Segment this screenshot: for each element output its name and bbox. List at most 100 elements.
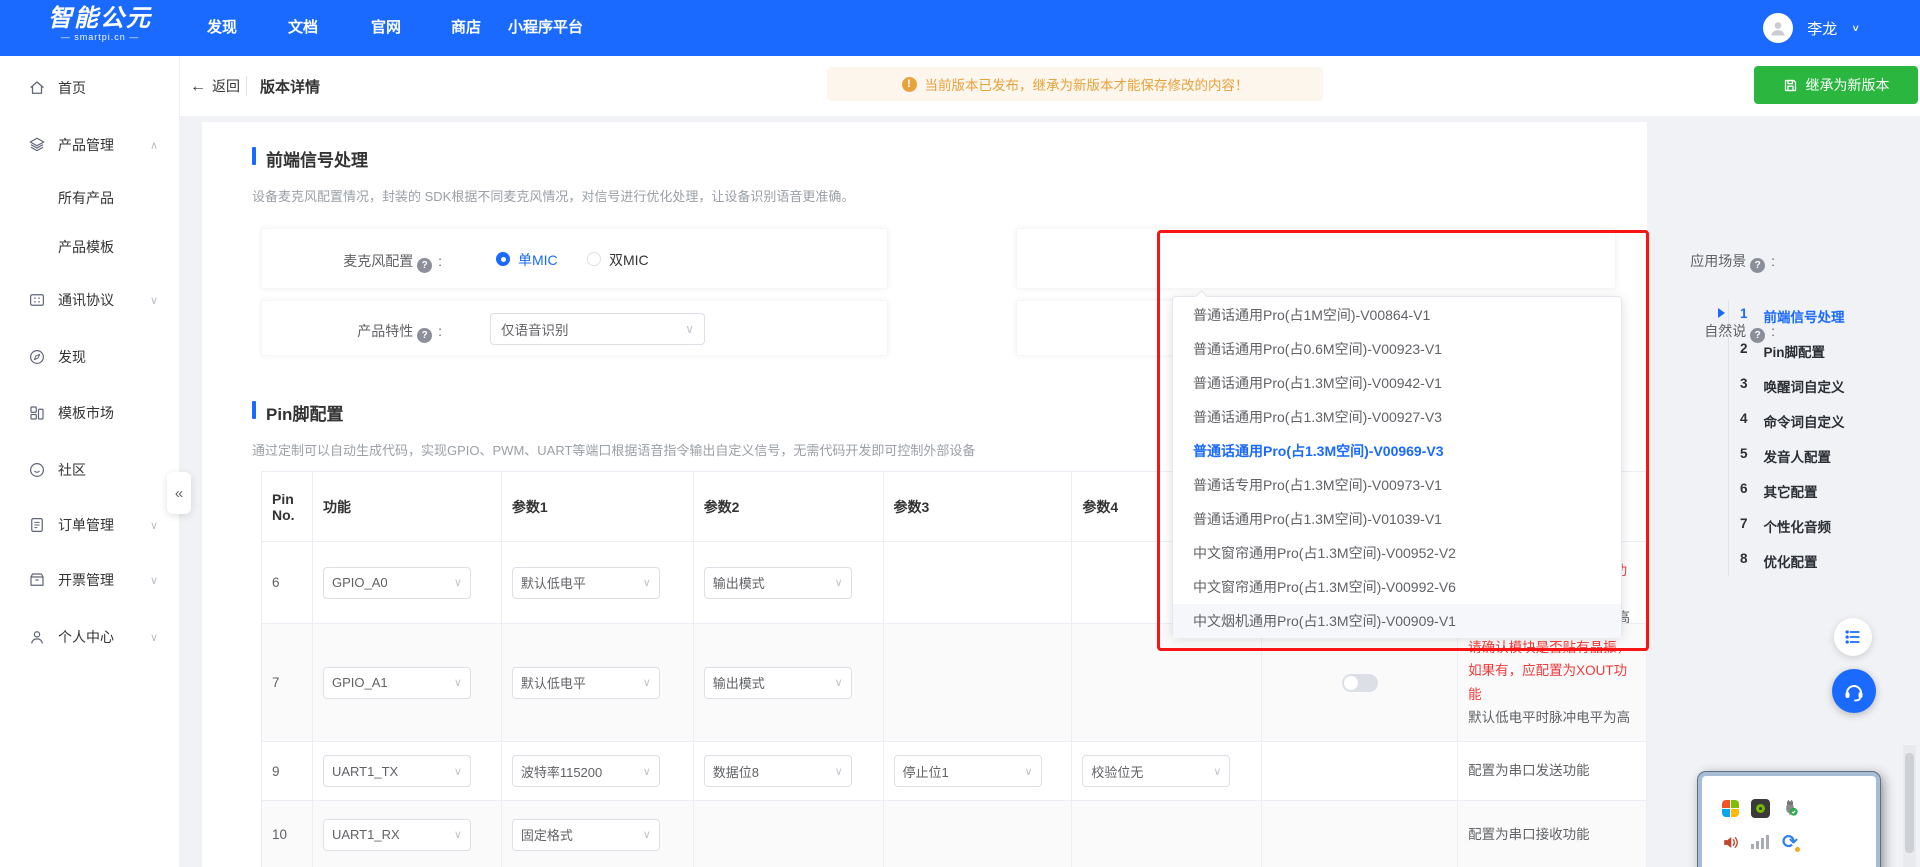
network-signal-bars-icon[interactable] bbox=[1750, 832, 1770, 852]
sidebar-item-1[interactable]: 首页 bbox=[0, 76, 180, 100]
scene-label: 应用场景? : bbox=[1690, 253, 1775, 273]
anchor-item-7[interactable]: 7 个性化音频 bbox=[1740, 516, 1831, 536]
param-cell bbox=[694, 801, 884, 867]
help-icon[interactable]: ? bbox=[1750, 328, 1766, 343]
cell-select[interactable]: 固定格式 ∨ bbox=[511, 818, 660, 851]
sidebar-item-label: 所有产品 bbox=[58, 190, 114, 206]
scrollbar-thumb[interactable] bbox=[1905, 753, 1914, 853]
cell-select[interactable]: 输出模式 ∨ bbox=[703, 666, 852, 699]
user-name[interactable]: 李龙 bbox=[1807, 18, 1837, 39]
divider bbox=[246, 76, 247, 96]
volume-speaker-icon[interactable] bbox=[1720, 832, 1740, 852]
cell-select[interactable]: GPIO_A0 ∨ bbox=[322, 566, 471, 599]
anchor-item-4[interactable]: 4 命令词自定义 bbox=[1740, 411, 1845, 431]
chevron-down-icon: ∨ bbox=[149, 294, 158, 307]
outline-toc-button[interactable] bbox=[1834, 618, 1872, 656]
dropdown-option[interactable]: 中文烟机通用Pro(占1.3M空间)-V00909-V1 bbox=[1173, 604, 1621, 638]
anchor-item-label: 其它配置 bbox=[1763, 485, 1818, 500]
sidebar-item-3[interactable]: 所有产品 bbox=[0, 186, 180, 210]
sidebar-item-label: 通讯协议 bbox=[58, 292, 114, 308]
sidebar-item-11[interactable]: 个人中心 ∨ bbox=[0, 625, 180, 649]
param-cell: GPIO_A1 ∨ bbox=[312, 624, 502, 742]
dropdown-option[interactable]: 普通话专用Pro(占1.3M空间)-V00973-V1 bbox=[1173, 468, 1621, 502]
section-title-frontend: 前端信号处理 bbox=[252, 146, 368, 171]
cell-select-value: 默认低电平 bbox=[520, 576, 586, 591]
nav-menu-item-4[interactable]: 商店 bbox=[451, 0, 481, 56]
list-icon bbox=[1845, 630, 1860, 644]
anchor-item-label: Pin脚配置 bbox=[1763, 345, 1826, 360]
nav-menu-item-1[interactable]: 发现 bbox=[207, 0, 237, 56]
dropdown-option[interactable]: 中文窗帘通用Pro(占1.3M空间)-V00992-V6 bbox=[1173, 570, 1621, 604]
cell-select[interactable]: UART1_RX ∨ bbox=[322, 818, 471, 851]
radio-dual-mic[interactable] bbox=[587, 252, 601, 266]
remark-cell: 配置为串口接收功能 bbox=[1458, 801, 1647, 867]
anchor-item-3[interactable]: 3 唤醒词自定义 bbox=[1740, 376, 1845, 396]
sidebar-item-7[interactable]: 模板市场 bbox=[0, 401, 180, 425]
chevron-down-icon: ∨ bbox=[149, 631, 158, 644]
help-icon[interactable]: ? bbox=[417, 258, 433, 273]
sidebar-collapse-button[interactable]: « bbox=[167, 472, 191, 514]
nvidia-settings-icon[interactable] bbox=[1750, 798, 1770, 818]
sidebar-item-9[interactable]: 订单管理 ∨ bbox=[0, 513, 180, 537]
scrollbar-track[interactable] bbox=[1903, 745, 1916, 867]
sidebar-item-5[interactable]: 通讯协议 ∨ bbox=[0, 288, 180, 312]
table-row-pin-7: 7 GPIO_A1 ∨ 默认低电平 ∨ 输出模式 ∨ 请确认模块是否贴有晶振，如果有，应配置为… bbox=[262, 624, 1647, 742]
cell-select-value: GPIO_A1 bbox=[331, 675, 388, 690]
param-cell bbox=[884, 801, 1073, 867]
sidebar-item-label: 首页 bbox=[58, 80, 86, 96]
avatar[interactable] bbox=[1763, 13, 1794, 43]
nav-menu-item-5[interactable]: 小程序平台 bbox=[508, 0, 583, 56]
dropdown-option[interactable]: 普通话通用Pro(占1.3M空间)-V00942-V1 bbox=[1173, 366, 1621, 400]
cell-select[interactable]: 输出模式 ∨ bbox=[703, 566, 852, 599]
sidebar-item-4[interactable]: 产品模板 bbox=[0, 235, 180, 259]
cell-select[interactable]: 波特率115200 ∨ bbox=[511, 755, 660, 787]
inherit-version-button[interactable]: 继承为新版本 bbox=[1754, 66, 1918, 104]
sync-refresh-icon[interactable]: ⟳ bbox=[1780, 832, 1800, 853]
dropdown-option[interactable]: 中文窗帘通用Pro(占1.3M空间)-V00952-V2 bbox=[1173, 536, 1621, 570]
nav-menu-item-2[interactable]: 文档 bbox=[288, 0, 318, 56]
order-icon bbox=[28, 516, 46, 534]
anchor-item-8[interactable]: 8 优化配置 bbox=[1740, 551, 1818, 571]
radio-dual-mic-label[interactable]: 双MIC bbox=[609, 250, 649, 270]
sidebar-item-8[interactable]: 社区 bbox=[0, 458, 180, 482]
toggle-switch-off[interactable] bbox=[1341, 673, 1378, 692]
community-icon bbox=[28, 461, 46, 479]
dropdown-option[interactable]: 普通话通用Pro(占1.3M空间)-V00927-V3 bbox=[1173, 400, 1621, 434]
cell-select[interactable]: 默认低电平 ∨ bbox=[511, 566, 660, 599]
radio-single-mic-label[interactable]: 单MIC bbox=[518, 250, 558, 270]
logo[interactable]: 智能公元 — smartpi.cn — bbox=[40, 6, 160, 43]
dropdown-option[interactable]: 普通话通用Pro(占0.6M空间)-V00923-V1 bbox=[1173, 332, 1621, 366]
product-feature-select[interactable]: 仅语音识别 ∨ bbox=[490, 313, 705, 345]
anchor-item-5[interactable]: 5 发音人配置 bbox=[1740, 446, 1831, 466]
cell-select[interactable]: GPIO_A1 ∨ bbox=[322, 666, 471, 699]
scene-card: 应用场景? : 普通话通用Pro(占1.3M空间 ∧ bbox=[1016, 228, 1775, 289]
dropdown-option[interactable]: 普通话通用Pro(占1.3M空间)-V01039-V1 bbox=[1173, 502, 1621, 536]
back-button[interactable]: ← 返回 bbox=[190, 76, 240, 96]
sidebar-item-10[interactable]: 开票管理 ∨ bbox=[0, 568, 180, 592]
column-header: 参数2 bbox=[693, 472, 884, 542]
pin-number-cell: 6 bbox=[262, 542, 313, 624]
chevron-down-icon: ∨ bbox=[642, 677, 651, 689]
cell-select[interactable]: UART1_TX ∨ bbox=[322, 755, 471, 787]
help-icon[interactable]: ? bbox=[417, 328, 433, 343]
cell-select[interactable]: 停止位1 ∨ bbox=[893, 755, 1042, 787]
system-tray-popup: ⟳ bbox=[1697, 771, 1881, 867]
chevron-down-icon[interactable]: ∨ bbox=[1851, 22, 1860, 33]
anchor-item-2[interactable]: 2 Pin脚配置 bbox=[1740, 341, 1825, 361]
anchor-item-6[interactable]: 6 其它配置 bbox=[1740, 481, 1818, 501]
cell-select[interactable]: 校验位无 ∨ bbox=[1082, 755, 1231, 787]
help-icon[interactable]: ? bbox=[1750, 258, 1766, 273]
nav-menu-item-3[interactable]: 官网 bbox=[371, 0, 401, 56]
windows-colors-icon[interactable] bbox=[1720, 798, 1740, 818]
sidebar-item-2[interactable]: 产品管理 ∧ bbox=[0, 133, 180, 157]
cell-select[interactable]: 默认低电平 ∨ bbox=[511, 666, 660, 699]
sidebar-item-label: 订单管理 bbox=[58, 517, 114, 533]
remark-warning-text: 请确认模块是否贴有晶振，如果有，应配置为XOUT功能 bbox=[1468, 639, 1631, 702]
cell-select[interactable]: 数据位8 ∨ bbox=[703, 755, 852, 787]
customer-support-button[interactable] bbox=[1832, 669, 1876, 713]
dropdown-option[interactable]: 普通话通用Pro(占1M空间)-V00864-V1 bbox=[1173, 298, 1621, 332]
radio-single-mic[interactable] bbox=[496, 252, 510, 266]
dropdown-option[interactable]: 普通话通用Pro(占1.3M空间)-V00969-V3 bbox=[1173, 434, 1621, 468]
sidebar-item-6[interactable]: 发现 bbox=[0, 345, 180, 369]
usb-safely-remove-icon[interactable] bbox=[1780, 798, 1800, 818]
